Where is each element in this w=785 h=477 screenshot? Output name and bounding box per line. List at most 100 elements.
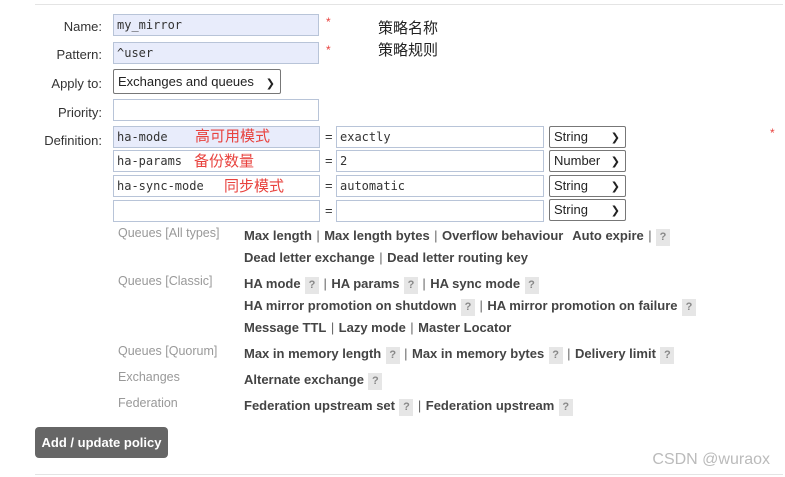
helper-ha-promotion-failure[interactable]: HA mirror promotion on failure xyxy=(487,298,677,313)
add-update-policy-button[interactable]: Add / update policy xyxy=(35,427,168,458)
helper-ha-params[interactable]: HA params xyxy=(331,276,399,291)
type-selected-value: String xyxy=(554,129,588,144)
separator: | xyxy=(379,250,383,265)
watermark: CSDN @wuraox xyxy=(652,451,770,468)
priority-label: Priority: xyxy=(57,105,102,120)
definition-type-select[interactable]: String ❯ xyxy=(549,126,626,148)
help-icon[interactable]: ? xyxy=(399,399,414,416)
separator: | xyxy=(422,276,426,291)
helper-line: Dead letter exchange | Dead letter routi… xyxy=(244,249,528,267)
definition-value-input[interactable]: automatic xyxy=(336,175,544,197)
group-label-all-types: Queues [All types] xyxy=(118,226,220,240)
definition-value-input[interactable]: exactly xyxy=(336,126,544,148)
pattern-annotation: 策略规则 xyxy=(378,41,439,59)
name-label: Name: xyxy=(63,19,102,34)
helper-ha-promotion-shutdown[interactable]: HA mirror promotion on shutdown xyxy=(244,298,457,313)
help-icon[interactable]: ? xyxy=(558,399,573,416)
definition-value-input[interactable]: 2 xyxy=(336,150,544,172)
name-required-mark: * xyxy=(326,15,331,29)
chevron-down-icon: ❯ xyxy=(610,156,620,168)
helper-line: Message TTL | Lazy mode | Master Locator xyxy=(244,319,511,337)
separator: | xyxy=(417,398,422,413)
equals-sign: = xyxy=(325,178,333,193)
separator: | xyxy=(316,228,320,243)
top-divider xyxy=(35,4,783,5)
helper-dead-letter-exchange[interactable]: Dead letter exchange xyxy=(244,250,375,265)
help-icon[interactable]: ? xyxy=(656,229,671,246)
helper-federation-upstream[interactable]: Federation upstream xyxy=(426,398,555,413)
apply-to-label: Apply to: xyxy=(51,76,102,91)
help-icon[interactable]: ? xyxy=(548,347,563,364)
definition-type-select[interactable]: String ❯ xyxy=(549,199,626,221)
help-icon[interactable]: ? xyxy=(461,299,476,316)
separator: | xyxy=(479,298,483,313)
definition-type-select[interactable]: Number ❯ xyxy=(549,150,626,172)
type-selected-value: String xyxy=(554,178,588,193)
definition-label: Definition: xyxy=(44,133,102,148)
helper-max-in-memory-length[interactable]: Max in memory length xyxy=(244,346,381,361)
pattern-label: Pattern: xyxy=(56,47,102,62)
apply-to-selected-value: Exchanges and queues xyxy=(118,74,254,89)
definition-key-input[interactable] xyxy=(113,200,320,222)
helper-delivery-limit[interactable]: Delivery limit xyxy=(575,346,656,361)
pattern-input[interactable]: ^user xyxy=(113,42,319,64)
helper-line: HA mode ? | HA params ? | HA sync mode ? xyxy=(244,275,539,294)
help-icon[interactable]: ? xyxy=(403,277,418,294)
chevron-down-icon: ❯ xyxy=(610,205,620,217)
help-icon[interactable]: ? xyxy=(524,277,539,294)
definition-required-mark: * xyxy=(770,126,775,140)
helper-ha-mode[interactable]: HA mode xyxy=(244,276,301,291)
helper-alternate-exchange[interactable]: Alternate exchange xyxy=(244,372,364,387)
separator: | xyxy=(434,228,438,243)
helper-overflow-behaviour[interactable]: Overflow behaviour xyxy=(442,228,563,243)
help-icon[interactable]: ? xyxy=(681,299,696,316)
name-annotation: 策略名称 xyxy=(378,19,439,37)
helper-line: Max length | Max length bytes | Overflow… xyxy=(244,227,671,246)
helper-dead-letter-routing-key[interactable]: Dead letter routing key xyxy=(387,250,528,265)
chevron-down-icon: ❯ xyxy=(265,78,275,90)
helper-ha-sync-mode[interactable]: HA sync mode xyxy=(430,276,520,291)
ha-params-annotation: 备份数量 xyxy=(194,152,255,170)
separator: | xyxy=(410,320,414,335)
definition-type-select[interactable]: String ❯ xyxy=(549,175,626,197)
helper-line: HA mirror promotion on shutdown ? | HA m… xyxy=(244,297,696,316)
helper-master-locator[interactable]: Master Locator xyxy=(418,320,511,335)
helper-max-length-bytes[interactable]: Max length bytes xyxy=(324,228,429,243)
helper-lazy-mode[interactable]: Lazy mode xyxy=(339,320,406,335)
helper-federation-upstream-set[interactable]: Federation upstream set xyxy=(244,398,395,413)
equals-sign: = xyxy=(325,203,333,218)
helper-line: Federation upstream set ? | Federation u… xyxy=(244,397,573,416)
ha-sync-annotation: 同步模式 xyxy=(224,177,285,195)
chevron-down-icon: ❯ xyxy=(610,132,620,144)
pattern-required-mark: * xyxy=(326,43,331,57)
separator: | xyxy=(567,346,571,361)
group-label-exchanges: Exchanges xyxy=(118,370,180,384)
group-label-quorum: Queues [Quorum] xyxy=(118,344,218,358)
equals-sign: = xyxy=(325,129,333,144)
type-selected-value: String xyxy=(554,202,588,217)
help-icon[interactable]: ? xyxy=(368,373,383,390)
bottom-divider xyxy=(35,474,783,475)
help-icon[interactable]: ? xyxy=(305,277,320,294)
group-label-classic: Queues [Classic] xyxy=(118,274,213,288)
helper-auto-expire[interactable]: Auto expire xyxy=(572,228,644,243)
definition-value-input[interactable] xyxy=(336,200,544,222)
help-icon[interactable]: ? xyxy=(660,347,675,364)
helper-line: Max in memory length ? | Max in memory b… xyxy=(244,345,675,364)
priority-input[interactable] xyxy=(113,99,319,121)
definition-key-input[interactable]: ha-sync-mode xyxy=(113,175,320,197)
help-icon[interactable]: ? xyxy=(385,347,400,364)
separator: | xyxy=(404,346,408,361)
separator: | xyxy=(330,320,335,335)
apply-to-select[interactable]: Exchanges and queues ❯ xyxy=(113,69,281,94)
ha-mode-annotation: 高可用模式 xyxy=(195,127,271,145)
helper-max-in-memory-bytes[interactable]: Max in memory bytes xyxy=(412,346,544,361)
helper-message-ttl[interactable]: Message TTL xyxy=(244,320,326,335)
chevron-down-icon: ❯ xyxy=(610,181,620,193)
type-selected-value: Number xyxy=(554,153,601,168)
separator: | xyxy=(323,276,327,291)
group-label-federation: Federation xyxy=(118,396,178,410)
helper-max-length[interactable]: Max length xyxy=(244,228,312,243)
equals-sign: = xyxy=(325,153,333,168)
name-input[interactable]: my_mirror xyxy=(113,14,319,36)
